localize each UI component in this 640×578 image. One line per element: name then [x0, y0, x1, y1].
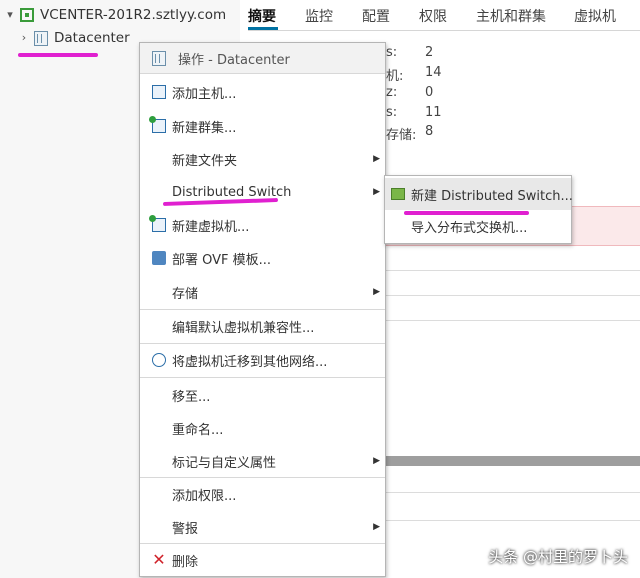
context-menu: 操作 - Datacenter 添加主机... 新建群集... 新建文件夹 ▶ … — [139, 42, 386, 577]
menu-item-tags-attributes[interactable]: 标记与自定义属性 ▶ — [140, 446, 385, 476]
summary-value: 8 — [425, 124, 434, 139]
divider — [386, 295, 640, 296]
menu-item-deploy-ovf[interactable]: 部署 OVF 模板... — [140, 243, 385, 273]
annotation-underline — [18, 53, 98, 57]
menu-item-edit-vm-compat[interactable]: 编辑默认虚拟机兼容性... — [140, 311, 385, 341]
watermark: 头条 @村里的罗卜头 — [488, 548, 628, 566]
tree-item-vcenter-label: VCENTER-201R2.sztlyy.com — [40, 7, 227, 23]
menu-separator — [140, 343, 385, 344]
menu-item-label: 警报 — [172, 521, 199, 537]
divider — [386, 320, 640, 321]
menu-item-label: 导入分布式交换机... — [411, 220, 528, 236]
summary-label: z: — [386, 85, 398, 100]
tab-summary[interactable]: 摘要 — [248, 6, 276, 26]
menu-item-label: 部署 OVF 模板... — [172, 252, 272, 268]
divider — [386, 520, 640, 521]
menu-item-new-cluster[interactable]: 新建群集... — [140, 111, 385, 141]
menu-item-label: 新建文件夹 — [172, 153, 238, 169]
menu-item-label: 新建群集... — [172, 120, 237, 136]
tab-bar: 摘要 监控 配置 权限 主机和群集 虚拟机 — [248, 0, 640, 31]
chevron-right-icon[interactable]: › — [18, 27, 30, 49]
tab-hosts-clusters[interactable]: 主机和群集 — [476, 6, 546, 26]
summary-value: 0 — [425, 85, 434, 100]
menu-item-alarms[interactable]: 警报 ▶ — [140, 512, 385, 542]
submenu-arrow-icon: ▶ — [373, 522, 380, 532]
summary-value: 14 — [425, 65, 442, 80]
menu-item-label: 编辑默认虚拟机兼容性... — [172, 320, 315, 336]
submenu-arrow-icon: ▶ — [373, 456, 380, 466]
menu-item-rename[interactable]: 重命名... — [140, 413, 385, 443]
submenu-arrow-icon: ▶ — [373, 287, 380, 297]
menu-item-label: 删除 — [172, 554, 199, 570]
menu-separator — [140, 377, 385, 378]
tab-monitor[interactable]: 监控 — [305, 6, 333, 26]
menu-separator — [140, 477, 385, 478]
new-cluster-icon — [149, 116, 166, 133]
distributed-switch-submenu: 新建 Distributed Switch... 导入分布式交换机... — [384, 175, 573, 244]
menu-item-move-to[interactable]: 移至... — [140, 380, 385, 410]
divider — [386, 492, 640, 493]
tree-item-datacenter-label: Datacenter — [54, 30, 130, 46]
network-migrate-icon — [152, 353, 166, 367]
menu-item-delete[interactable]: ✕ 删除 — [140, 545, 385, 575]
summary-value: 2 — [425, 45, 434, 60]
menu-item-label: 重命名... — [172, 422, 224, 438]
submenu-arrow-icon: ▶ — [373, 187, 380, 197]
submenu-arrow-icon: ▶ — [373, 154, 380, 164]
summary-label: 存储: — [386, 128, 417, 143]
menu-item-label: 标记与自定义属性 — [172, 455, 277, 471]
vcenter-icon — [20, 8, 34, 22]
menu-item-label: 新建 Distributed Switch... — [411, 188, 573, 204]
chevron-down-icon[interactable]: ▾ — [4, 4, 16, 26]
menu-item-label: 新建虚拟机... — [172, 219, 250, 235]
datacenter-icon — [34, 30, 48, 46]
context-menu-header: 操作 - Datacenter — [140, 43, 385, 74]
menu-item-label: 添加主机... — [172, 86, 237, 102]
tab-vms[interactable]: 虚拟机 — [574, 6, 616, 26]
divider — [386, 270, 640, 271]
menu-item-add-host[interactable]: 添加主机... — [140, 77, 385, 107]
annotation-underline — [404, 211, 529, 215]
menu-item-migrate-vm-network[interactable]: 将虚拟机迁移到其他网络... — [140, 345, 385, 375]
menu-item-new-folder[interactable]: 新建文件夹 ▶ — [140, 144, 385, 174]
summary-value: 11 — [425, 105, 442, 120]
menu-item-storage[interactable]: 存储 ▶ — [140, 277, 385, 307]
tab-permissions[interactable]: 权限 — [419, 6, 447, 26]
summary-label: s: — [386, 105, 398, 120]
menu-item-label: 添加权限... — [172, 488, 237, 504]
menu-item-label: 将虚拟机迁移到其他网络... — [172, 354, 328, 370]
menu-item-add-permission[interactable]: 添加权限... — [140, 479, 385, 509]
menu-separator — [140, 309, 385, 310]
active-tab-indicator — [248, 27, 278, 30]
menu-item-new-vm[interactable]: 新建虚拟机... — [140, 210, 385, 240]
menu-item-label: 移至... — [172, 389, 211, 405]
distributed-switch-icon — [391, 188, 405, 200]
delete-x-icon: ✕ — [152, 550, 166, 569]
tab-configure[interactable]: 配置 — [362, 6, 390, 26]
new-vm-icon — [149, 215, 166, 232]
add-host-icon — [152, 85, 166, 99]
context-menu-title: 操作 - Datacenter — [178, 52, 290, 68]
tree-item-vcenter[interactable]: ▾ VCENTER-201R2.sztlyy.com — [4, 4, 226, 26]
horizontal-scrollbar[interactable] — [384, 456, 640, 466]
summary-label: 机: — [386, 69, 404, 84]
menu-item-new-distributed-switch[interactable]: 新建 Distributed Switch... — [385, 178, 573, 210]
menu-separator — [140, 543, 385, 544]
datacenter-icon — [152, 50, 166, 66]
menu-item-label: 存储 — [172, 286, 199, 302]
summary-label: s: — [386, 45, 398, 60]
ovf-template-icon — [152, 251, 166, 265]
tree-item-datacenter[interactable]: › Datacenter — [18, 27, 130, 49]
